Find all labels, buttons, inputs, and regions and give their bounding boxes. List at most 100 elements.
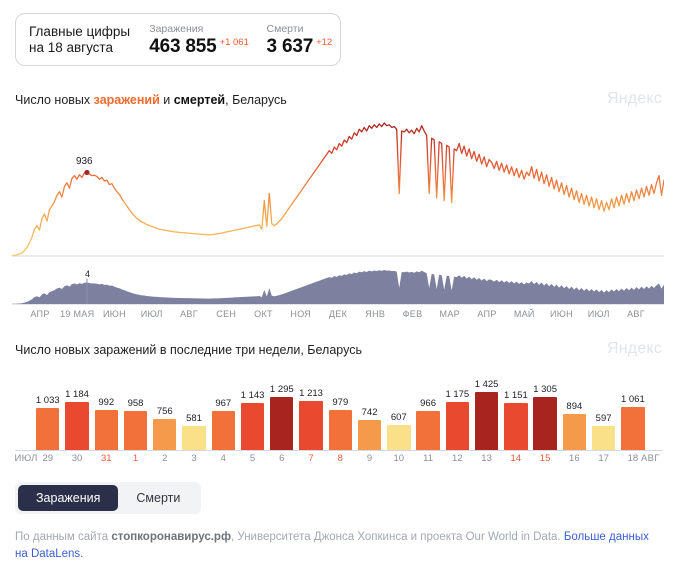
bar-column[interactable]: 1 295 bbox=[269, 372, 294, 450]
bar-value-label: 1 295 bbox=[269, 384, 294, 395]
bar-rect bbox=[94, 410, 118, 450]
bar-rect bbox=[240, 403, 265, 450]
bar-chart-baseline bbox=[15, 450, 663, 451]
bar-rect bbox=[153, 419, 177, 450]
bar-axis-tick: 5 bbox=[249, 453, 256, 464]
minimap-tick-5: СЕН bbox=[216, 309, 237, 319]
minimap-tick-2: ИЮН bbox=[103, 309, 126, 319]
bar-column[interactable]: 607 bbox=[387, 372, 411, 450]
bar-value-label: 966 bbox=[420, 398, 436, 409]
bar-value-label: 967 bbox=[215, 398, 232, 409]
minimap-tick-11: МАР bbox=[439, 309, 460, 319]
bar-rect bbox=[270, 397, 294, 450]
minimap-tick-9: ЯНВ bbox=[365, 309, 386, 319]
metric-deaths-label: Смерти bbox=[266, 22, 304, 35]
minimap-marker-label: 4 bbox=[84, 268, 90, 279]
summary-title-line2: на 18 августа bbox=[29, 39, 113, 55]
footer-text-after: , Университета Джонса Хопкинса и проекта… bbox=[231, 531, 564, 543]
minimap-tick-16: АВГ bbox=[627, 309, 645, 319]
metric-deaths-delta: +12 bbox=[316, 36, 333, 48]
minimap-tick-0: АПР bbox=[30, 309, 50, 319]
metric-deaths-row: 3 637 +12 bbox=[267, 36, 340, 57]
bar-value-label: 1 305 bbox=[533, 384, 557, 395]
bar-column[interactable]: 1 213 bbox=[299, 372, 323, 450]
metric-toggle-group[interactable]: Заражения Смерти bbox=[15, 482, 202, 514]
bar-value-label: 597 bbox=[595, 413, 612, 424]
bar-value-label: 1 151 bbox=[503, 390, 528, 401]
bar-column[interactable]: 1 184 bbox=[65, 372, 89, 450]
main-line-chart-svg bbox=[12, 122, 664, 257]
bar-column[interactable]: 979 bbox=[328, 372, 352, 450]
bar-column[interactable]: 1 425 bbox=[475, 372, 498, 450]
bar-rect bbox=[591, 426, 616, 450]
bar-axis-tick: 30 bbox=[71, 453, 83, 464]
metric-infections-label: Заражения bbox=[149, 22, 204, 35]
bar-value-label: 1 184 bbox=[65, 389, 89, 400]
bar-value-label: 1 175 bbox=[445, 389, 470, 400]
main-chart-title: Число новых заражений и смертей, Беларус… bbox=[15, 93, 287, 107]
bar-axis-tick: 8 bbox=[337, 453, 343, 464]
bar-column[interactable]: 1 143 bbox=[241, 372, 264, 450]
bar-column[interactable]: 1 033 bbox=[35, 372, 60, 450]
bar-rect bbox=[357, 420, 382, 450]
bar-rect bbox=[328, 410, 352, 450]
bar-rect bbox=[182, 426, 206, 450]
bar-column[interactable]: 992 bbox=[94, 372, 118, 450]
bar-axis-tick: 1 bbox=[132, 453, 139, 464]
minimap-tick-12: АПР bbox=[477, 309, 497, 319]
minimap-tick-7: НОЯ bbox=[290, 309, 312, 319]
bar-axis-tick: 16 bbox=[569, 453, 580, 464]
bar-rect bbox=[123, 411, 148, 450]
minimap-range-selector[interactable]: 4 bbox=[12, 264, 664, 309]
metric-deaths-value: 3 637 bbox=[266, 35, 314, 57]
bar-value-label: 958 bbox=[127, 398, 144, 409]
bar-axis-tick: 11 bbox=[423, 453, 434, 464]
main-chart-title-keyword-deaths: смертей bbox=[173, 93, 226, 107]
bar-chart-axis: 29 30 31 1 2 3 4 5 6 7 8 9 10 11 12 13 14 15 16 17 18 ИЮЛ АВГ bbox=[14, 453, 663, 467]
minimap-tick-3: ИЮЛ bbox=[140, 309, 163, 319]
bar-column[interactable]: 966 bbox=[416, 372, 440, 450]
minimap-tick-15: ИЮЛ bbox=[587, 309, 610, 319]
bar-column[interactable]: 1 305 bbox=[533, 372, 557, 450]
bar-axis-tick: 18 bbox=[627, 453, 639, 464]
recent-weeks-bar-chart[interactable]: 1 033 1 184 992 958 756 581 967 1 143 1 295 1 213… bbox=[15, 372, 663, 450]
bar-value-label: 756 bbox=[156, 406, 173, 417]
bar-column[interactable]: 894 bbox=[562, 372, 587, 450]
bar-column[interactable]: 1 175 bbox=[445, 372, 470, 450]
bar-column[interactable]: 581 bbox=[182, 372, 206, 450]
bar-axis-tick: 17 bbox=[598, 453, 609, 464]
bar-axis-tick: 10 bbox=[393, 453, 405, 464]
metric-infections-value: 463 855 bbox=[149, 35, 217, 57]
bar-rect bbox=[211, 411, 235, 450]
bar-column[interactable]: 967 bbox=[211, 372, 235, 450]
bar-column[interactable]: 742 bbox=[357, 372, 382, 450]
bar-value-label: 1 033 bbox=[35, 395, 60, 406]
toggle-infections-button[interactable]: Заражения bbox=[18, 485, 119, 511]
main-chart-title-prefix: Число новых bbox=[15, 93, 94, 107]
bar-value-label: 992 bbox=[98, 397, 115, 408]
bar-rect bbox=[387, 425, 411, 450]
bar-column[interactable]: 756 bbox=[153, 372, 177, 450]
summary-title: Главные цифры на 18 августа bbox=[16, 24, 135, 56]
bar-axis-tick: 12 bbox=[452, 453, 463, 464]
summary-card: Главные цифры на 18 августа Заражения 46… bbox=[15, 13, 341, 66]
bar-axis-tick: 29 bbox=[42, 453, 54, 464]
bar-axis-month-start: ИЮЛ bbox=[14, 453, 38, 464]
bar-column[interactable]: 958 bbox=[123, 372, 148, 450]
bar-chart-title: Число новых заражений в последние три не… bbox=[15, 343, 362, 357]
footer-text-before: По данным сайта bbox=[15, 531, 112, 543]
bar-column[interactable]: 1 061 bbox=[621, 372, 645, 450]
bar-axis-tick: 2 bbox=[162, 453, 168, 464]
toggle-deaths-button[interactable]: Смерти bbox=[118, 485, 198, 511]
minimap-tick-4: АВГ bbox=[180, 309, 198, 319]
bar-value-label: 894 bbox=[566, 401, 583, 412]
main-line-chart[interactable]: 936 bbox=[12, 115, 664, 262]
bar-value-label: 742 bbox=[361, 407, 378, 418]
minimap-area bbox=[12, 270, 664, 304]
minimap-tick-14: ИЮН bbox=[550, 309, 573, 319]
covid-dashboard-page: Главные цифры на 18 августа Заражения 46… bbox=[0, 0, 678, 572]
bar-column[interactable]: 1 151 bbox=[503, 372, 528, 450]
bar-axis-month-end: АВГ bbox=[641, 453, 660, 464]
bar-column[interactable]: 597 bbox=[591, 372, 616, 450]
bar-rect bbox=[533, 397, 557, 450]
